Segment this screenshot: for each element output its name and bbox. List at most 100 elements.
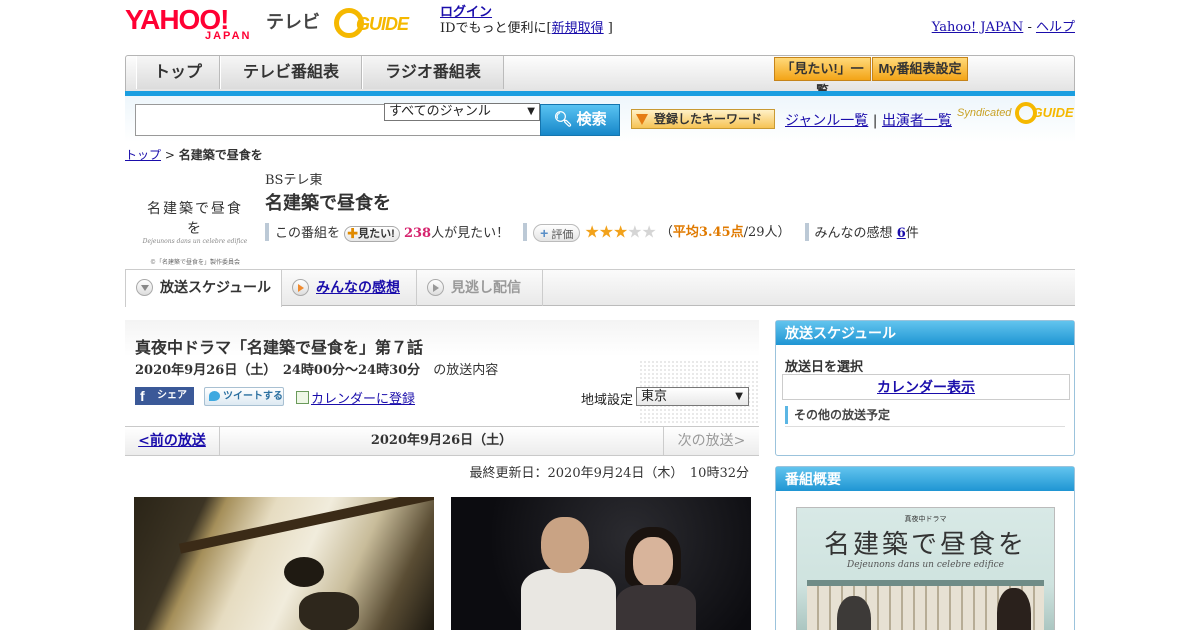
region-select[interactable]: 東京 ▼ <box>636 387 749 406</box>
gguide-small-text: GUIDE <box>1032 105 1074 120</box>
yahoo-japan-logo[interactable]: YAHOO! JAPAN <box>125 6 261 43</box>
mitai-button[interactable]: ✚見たい! <box>344 225 400 242</box>
tv-section-label[interactable]: テレビ <box>266 8 320 34</box>
breadcrumb: トップ > 名建築で昼食を <box>125 146 263 163</box>
twitter-bird-icon <box>209 391 220 401</box>
select-date-label: 放送日を選択 <box>785 359 864 374</box>
program-title: 名建築で昼食を <box>265 193 391 213</box>
thumb-copyright: ©「名建築で昼食を」製作委員会 <box>149 259 240 266</box>
subtab-impressions[interactable]: みんなの感想 <box>282 270 417 306</box>
thumb-title: 名建築で昼食を <box>147 201 243 237</box>
performer-list-link[interactable]: 出演者一覧 <box>882 113 952 129</box>
nav-tab-tv-schedule[interactable]: テレビ番組表 <box>220 56 362 89</box>
channel-name: BSテレ東 <box>265 173 323 188</box>
facebook-icon: f <box>140 388 145 404</box>
login-link[interactable]: ログイン <box>440 5 492 20</box>
episode-photo-cast <box>451 497 751 630</box>
key-visual-figure-right <box>997 588 1031 630</box>
rating-average: 平均3.45点 <box>672 225 744 240</box>
yahoo-logo-sub: JAPAN <box>205 30 252 42</box>
search-button-label: 検索 <box>576 111 607 128</box>
registered-keyword-button[interactable]: 登録したキーワード <box>631 109 775 129</box>
dropdown-arrow-icon: ▼ <box>527 106 535 117</box>
calendar-display-link[interactable]: カレンダー表示 <box>782 374 1070 400</box>
genre-select[interactable]: すべてのジャンル ▼ <box>384 103 540 121</box>
link-separator: | <box>868 113 882 129</box>
star-filled-icon: ★ <box>613 222 628 243</box>
tweet-label: ツイートする <box>223 391 283 402</box>
rating-count: /29人） <box>743 225 791 240</box>
impressions-count-link[interactable]: 6 <box>897 226 906 241</box>
meta-divider <box>804 222 809 241</box>
subtab-schedule[interactable]: 放送スケジュール <box>125 270 282 307</box>
gguide-logo: GUIDE <box>334 6 434 40</box>
sidebar-schedule-box: 放送スケジュール 放送日を選択 カレンダー表示 その他の放送予定 <box>775 320 1075 456</box>
episode-title: 真夜中ドラマ「名建築で昼食を」第７話 <box>135 340 424 357</box>
program-subtabs: 放送スケジュール みんなの感想 見逃し配信 <box>125 269 1075 307</box>
search-row: すべてのジャンル ▼ 🔍︎ 検索 登録したキーワード ジャンル一覧 | 出演者一… <box>125 96 1075 142</box>
current-broadcast-date: 2020年9月26日（土） <box>370 433 513 448</box>
subtab-schedule-label: 放送スケジュール <box>160 279 272 295</box>
mitai-button-label: 見たい! <box>358 227 395 240</box>
program-meta-row: この番組を ✚見たい! 238人が見たい！ + 評価 ★★★★★ （平均3.45… <box>265 221 933 243</box>
thumb-subtitle: Dejeunons dans un celebre edifice <box>142 238 248 245</box>
rating-segment: + 評価 ★★★★★ （平均3.45点/29人） <box>533 221 791 243</box>
episode-datetime-row: 2020年9月26日（土） 24時00分～24時30分 の放送内容 <box>135 359 498 378</box>
meta-divider <box>265 222 269 241</box>
help-link[interactable]: ヘルプ <box>1036 20 1075 35</box>
photo-1-rail <box>172 497 434 554</box>
evaluate-button[interactable]: + 評価 <box>533 223 581 242</box>
key-visual-title: 名建築で昼食を <box>823 530 1027 560</box>
calendar-icon <box>296 391 309 404</box>
episode-info-box: 真夜中ドラマ「名建築で昼食を」第７話 2020年9月26日（土） 24時00分～… <box>125 320 759 424</box>
play-icon <box>427 279 444 296</box>
facebook-share-label: シェア <box>157 390 187 401</box>
facebook-share-button[interactable]: f シェア <box>135 387 194 405</box>
calendar-register-link[interactable]: カレンダーに登録 <box>311 392 415 407</box>
episode-photo-staircase <box>134 497 434 630</box>
rating-stars: ★★★★★ <box>585 222 657 243</box>
rating-prefix: （ <box>659 225 673 240</box>
nav-tab-radio-schedule[interactable]: ラジオ番組表 <box>362 56 504 89</box>
search-button[interactable]: 🔍︎ 検索 <box>540 104 620 136</box>
breadcrumb-separator: > <box>161 148 179 162</box>
genre-list-link[interactable]: ジャンル一覧 <box>785 113 868 129</box>
gguide-logo-text: GUIDE <box>356 14 409 34</box>
key-visual-english: Dejeunons dans un celebre edifice <box>847 560 1004 570</box>
mitai-list-button[interactable]: 「見たい!」一覧 <box>774 57 871 98</box>
link-separator: - <box>1023 20 1036 35</box>
nav-tab-top[interactable]: トップ <box>136 56 220 89</box>
my-schedule-settings-button[interactable]: My番組表設定 <box>872 57 968 81</box>
program-thumbnail: 名建築で昼食を Dejeunons dans un celebre edific… <box>140 188 250 266</box>
photo-2-figure-1-head <box>541 517 589 573</box>
gguide-small-logo: GUIDE <box>1014 102 1075 124</box>
next-broadcast-disabled: 次の放送> <box>663 427 759 455</box>
search-icon: 🔍︎ <box>553 111 573 128</box>
subtab-streaming-label: 見逃し配信 <box>451 279 521 295</box>
previous-broadcast-link[interactable]: <前の放送 <box>125 427 220 455</box>
impressions-unit: 件 <box>905 226 919 242</box>
sidebar-overview-box: 番組概要 真夜中ドラマ 名建築で昼食を Dejeunons dans un ce… <box>775 466 1075 630</box>
schedule-navigation: <前の放送 2020年9月26日（土） 次の放送> <box>125 426 759 456</box>
main-nav-bar: トップ テレビ番組表 ラジオ番組表 「見たい!」一覧 My番組表設定 <box>125 55 1075 98</box>
sidebar-schedule-header: 放送スケジュール <box>776 321 1074 345</box>
photo-2-figure-2-body <box>616 585 696 630</box>
other-schedule-label: その他の放送予定 <box>785 406 890 424</box>
breadcrumb-top-link[interactable]: トップ <box>125 148 161 162</box>
triangle-down-icon <box>636 114 648 125</box>
impressions-label: みんなの感想 <box>814 226 893 242</box>
calendar-register[interactable]: カレンダーに登録 <box>296 388 415 407</box>
photo-1-figure-2 <box>299 592 359 630</box>
meta-divider <box>523 222 528 241</box>
program-key-visual: 真夜中ドラマ 名建築で昼食を Dejeunons dans un celebre… <box>796 507 1055 630</box>
plus-icon: + <box>540 224 549 241</box>
signup-close: ] <box>603 21 613 36</box>
tweet-button[interactable]: ツイートする <box>204 387 284 406</box>
divider <box>785 426 1065 427</box>
signup-link[interactable]: 新規取得 <box>552 21 604 36</box>
yahoo-japan-link[interactable]: Yahoo! JAPAN <box>932 20 1024 35</box>
subtab-streaming: 見逃し配信 <box>417 270 543 306</box>
star-empty-icon: ★ <box>641 222 657 243</box>
subtab-impressions-label: みんなの感想 <box>316 279 400 295</box>
episode-datetime-suffix: の放送内容 <box>433 363 499 378</box>
